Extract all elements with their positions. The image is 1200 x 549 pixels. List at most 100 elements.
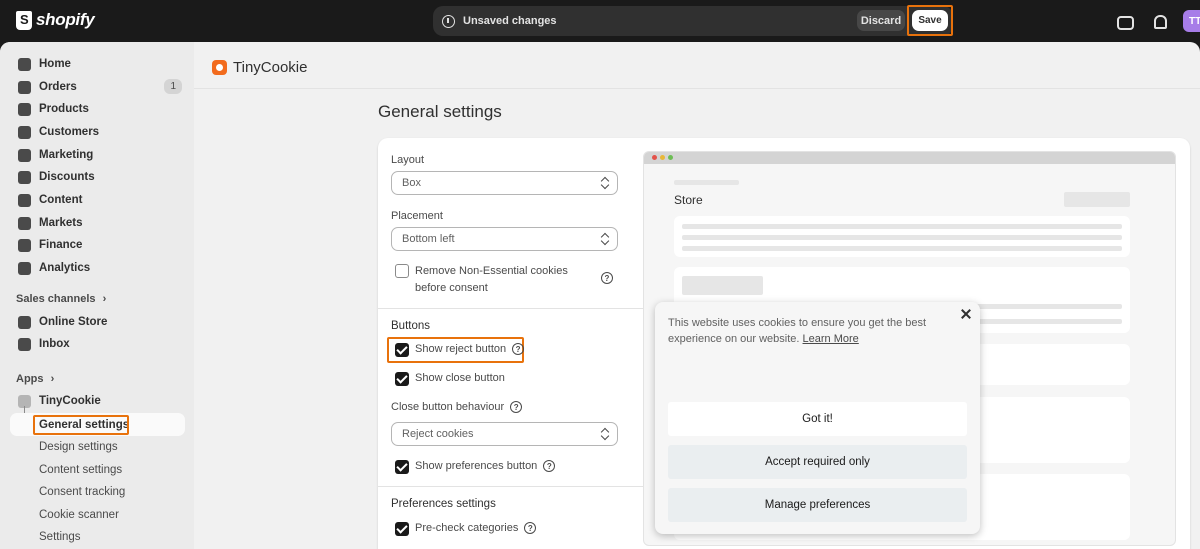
close-icon[interactable] — [960, 308, 972, 320]
close-behaviour-label-row: Close button behaviour ? — [391, 401, 523, 413]
placement-label: Placement — [391, 210, 443, 222]
sidebar-item-online-store[interactable]: Online Store — [10, 311, 185, 333]
close-behaviour-select[interactable]: Reject cookies — [391, 422, 618, 446]
target-icon — [18, 148, 31, 162]
tinycookie-logo-icon — [212, 60, 227, 75]
orders-count-badge: 1 — [164, 79, 182, 94]
sidebar-item-finance[interactable]: Finance — [10, 234, 185, 256]
sidebar-subitem-consent-tracking[interactable]: Consent tracking — [39, 486, 125, 498]
help-icon[interactable]: ? — [601, 272, 613, 284]
preview-store-label: Store — [674, 193, 703, 207]
precheck-row: Pre-check categories ? — [395, 522, 537, 536]
store-icon — [18, 315, 31, 329]
sales-channels-heading[interactable]: Sales channels › — [16, 293, 106, 305]
bank-icon — [18, 238, 31, 252]
got-it-button[interactable]: Got it! — [668, 402, 967, 436]
apps-heading[interactable]: Apps › — [16, 373, 54, 385]
precheck-checkbox[interactable] — [395, 522, 409, 536]
window-maximize-dot — [668, 155, 673, 160]
sidebar-item-customers[interactable]: Customers — [10, 121, 185, 143]
sidekick-icon[interactable] — [1116, 13, 1134, 30]
app-title: TinyCookie — [233, 59, 308, 76]
sidebar-item-markets[interactable]: Markets — [10, 212, 185, 234]
sidebar-item-label: Inbox — [39, 338, 70, 350]
placement-select[interactable]: Bottom left — [391, 227, 618, 251]
sidebar-item-orders[interactable]: Orders 1 — [10, 76, 185, 98]
sidebar-item-inbox[interactable]: Inbox — [10, 333, 185, 355]
show-close-checkbox[interactable] — [395, 372, 409, 386]
person-icon — [18, 125, 31, 139]
preview-placeholder-line — [682, 224, 1122, 229]
discard-button[interactable]: Discard — [857, 10, 905, 31]
sidebar-item-label: Markets — [39, 217, 83, 229]
show-close-row: Show close button — [395, 372, 505, 386]
accept-required-button[interactable]: Accept required only — [668, 445, 967, 479]
remove-cookies-label: Remove Non-Essential cookies before cons… — [415, 265, 568, 294]
select-chevron-icon — [602, 428, 608, 440]
tag-icon — [18, 102, 31, 116]
section-divider — [378, 486, 643, 487]
preview-placeholder-block — [1064, 192, 1130, 207]
help-icon[interactable]: ? — [524, 522, 537, 534]
sidebar-item-home[interactable]: Home — [10, 53, 185, 75]
cookie-message: This website uses cookies to ensure you … — [668, 315, 953, 347]
sidebar-item-label: Finance — [39, 239, 83, 251]
sidebar-item-label: Online Store — [39, 316, 108, 328]
apps-title: Apps — [16, 373, 44, 385]
layout-label: Layout — [391, 154, 425, 166]
sidebar-item-marketing[interactable]: Marketing — [10, 144, 185, 166]
bar-chart-icon — [18, 261, 31, 275]
header-divider — [194, 88, 1200, 89]
unsaved-changes-bar: Unsaved changes Discard Save — [433, 5, 953, 36]
manage-preferences-button[interactable]: Manage preferences — [668, 488, 967, 522]
learn-more-link[interactable]: Learn More — [803, 333, 859, 345]
preview-placeholder-block — [682, 276, 763, 295]
save-button[interactable]: Save — [912, 10, 948, 31]
shopify-logo[interactable]: shopify — [16, 10, 95, 30]
inbox-icon — [18, 337, 31, 351]
browser-bar — [644, 152, 1175, 164]
sidebar-item-tinycookie[interactable]: TinyCookie — [10, 390, 185, 412]
home-icon — [18, 57, 31, 71]
show-reject-checkbox[interactable] — [395, 343, 409, 357]
avatar[interactable]: TT — [1183, 10, 1200, 32]
alert-circle-icon — [442, 14, 455, 28]
placement-select-value: Bottom left — [402, 233, 455, 245]
precheck-label: Pre-check categories — [415, 522, 519, 534]
layout-select-value: Box — [402, 177, 421, 189]
show-preferences-checkbox[interactable] — [395, 460, 409, 474]
cookie-consent-popup: This website uses cookies to ensure you … — [655, 302, 980, 534]
save-button-highlight: Save — [907, 5, 953, 36]
sidebar-subitem-settings[interactable]: Settings — [39, 531, 81, 543]
preview-placeholder-line — [682, 235, 1122, 240]
close-behaviour-label: Close button behaviour — [391, 401, 505, 413]
app-header: TinyCookie — [212, 59, 307, 76]
sidebar-item-label: Marketing — [39, 149, 94, 161]
globe-icon — [18, 216, 31, 230]
sidebar-item-content[interactable]: Content — [10, 189, 185, 211]
select-chevron-icon — [602, 233, 608, 245]
section-divider — [378, 308, 643, 309]
layout-select[interactable]: Box — [391, 171, 618, 195]
sidebar-subitem-design-settings[interactable]: Design settings — [39, 441, 118, 453]
remove-cookies-row: Remove Non-Essential cookies before cons… — [395, 264, 620, 297]
sidebar-item-discounts[interactable]: Discounts — [10, 166, 185, 188]
general-settings-highlight — [33, 415, 129, 435]
help-icon[interactable]: ? — [543, 460, 556, 472]
sales-channels-title: Sales channels — [16, 293, 96, 305]
sidebar-subitem-cookie-scanner[interactable]: Cookie scanner — [39, 509, 119, 521]
top-bar: shopify Unsaved changes Discard Save TT — [0, 0, 1200, 42]
sidebar-subitem-content-settings[interactable]: Content settings — [39, 464, 122, 476]
sidebar-item-products[interactable]: Products — [10, 98, 185, 120]
help-icon[interactable]: ? — [510, 401, 523, 413]
window-close-dot — [652, 155, 657, 160]
remove-cookies-checkbox[interactable] — [395, 264, 409, 278]
sidebar-item-label: Home — [39, 58, 71, 70]
help-icon[interactable]: ? — [512, 343, 525, 355]
discount-icon — [18, 170, 31, 184]
admin-shell: Home Orders 1 Products Customers Marketi… — [0, 42, 1200, 549]
bell-icon[interactable] — [1151, 13, 1167, 29]
cookie-message-text: This website uses cookies to ensure you … — [668, 317, 927, 345]
sidebar-item-analytics[interactable]: Analytics — [10, 257, 185, 279]
preview-content-block — [674, 216, 1130, 257]
